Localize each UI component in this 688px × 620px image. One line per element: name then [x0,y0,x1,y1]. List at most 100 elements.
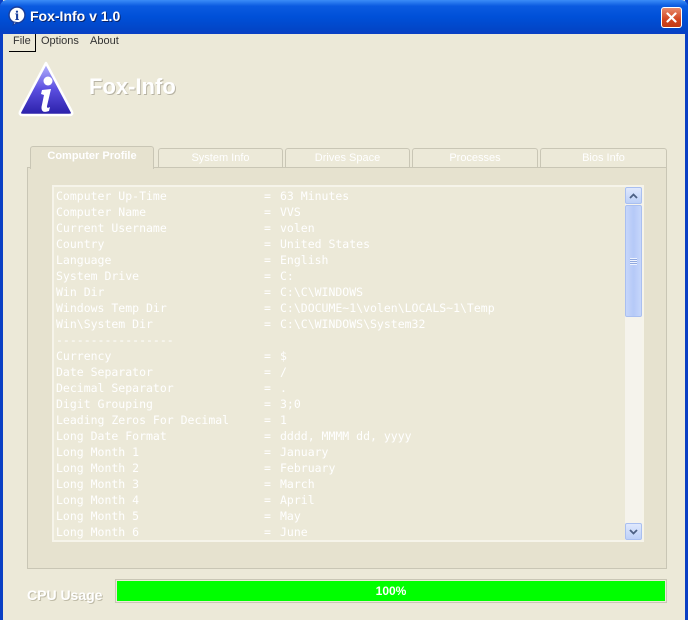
cpu-usage-percent: 100% [375,584,407,598]
profile-value: January [280,445,329,459]
profile-equals: = [264,365,271,379]
profile-line: Long Month 3 = March [55,476,627,492]
profile-key: Language [56,253,112,267]
chevron-down-icon [629,528,638,535]
profile-key: Windows Temp Dir [56,301,167,315]
profile-key: Leading Zeros For Decimal [56,413,230,427]
profile-value: volen [280,221,315,235]
svg-text:i: i [15,9,20,23]
profile-key: Computer Name [56,205,147,219]
profile-equals: = [264,381,271,395]
scroll-down-button[interactable] [625,523,642,540]
menu-bar: File Options About [3,34,685,52]
profile-line: Computer Up-Time = 63 Minutes [55,188,627,204]
profile-key: Decimal Separator [56,381,174,395]
profile-value: VVS [280,205,301,219]
profile-value: 1 [280,413,287,427]
grip-icon [630,257,637,265]
info-icon: i [8,6,26,26]
profile-equals: = [264,477,271,491]
profile-key: Long Month 6 [56,525,140,539]
profile-key: Win\System Dir [56,317,153,331]
profile-line: Windows Temp Dir = C:\DOCUME~1\volen\LOCAL… [55,300,627,316]
info-logo-icon [18,61,74,117]
menu-options[interactable]: Options [41,34,79,51]
profile-equals: = [264,525,271,539]
profile-equals: = [264,429,271,443]
tab-system-info[interactable]: System Info [158,148,283,168]
profile-value: 3;0 [280,397,301,411]
profile-value: dddd, MMMM dd, yyyy [280,429,412,443]
profile-value: / [280,365,287,379]
profile-value: United States [280,237,371,251]
profile-equals: = [264,269,271,283]
menu-file[interactable]: File [9,34,36,52]
close-icon [666,12,677,23]
tab-drives-space[interactable]: Drives Space [285,148,410,168]
tab-panel: Computer Up-Time = 63 Minutes Computer Name… [27,167,667,569]
scroll-thumb[interactable] [625,205,642,317]
profile-equals: = [264,349,271,363]
profile-value: English [280,253,329,267]
title-bar[interactable]: i Fox-Info v 1.0 [0,0,688,34]
window-title: Fox-Info v 1.0 [30,8,121,24]
profile-line: Date Separator = / [55,364,627,380]
profile-value: June [280,525,308,539]
profile-key: Long Month 5 [56,509,140,523]
profile-line: Leading Zeros For Decimal = 1 [55,412,627,428]
profile-line: Long Month 6 = June [55,524,627,540]
profile-line: Long Month 5 = May [55,508,627,524]
profile-key: Long Date Format [56,429,167,443]
chevron-up-icon [629,192,638,199]
profile-key: ----------------- [56,333,174,347]
menu-about[interactable]: About [90,34,119,51]
profile-equals: = [264,493,271,507]
profile-equals: = [264,237,271,251]
profile-value: C:\C\WINDOWS [280,285,364,299]
profile-line: Decimal Separator =. [55,380,627,396]
app-window: i Fox-Info v 1.0 File Options About Fox-… [0,0,688,620]
profile-equals: = [264,445,271,459]
profile-equals: = [264,221,271,235]
vertical-scrollbar[interactable] [625,187,642,540]
profile-equals: = [264,205,271,219]
profile-line: Long Month 2 = February [55,460,627,476]
profile-value: C:\DOCUME~1\volen\LOCALS~1\Temp [280,301,495,315]
profile-lines: Computer Up-Time = 63 Minutes Computer Name… [55,188,627,540]
cpu-usage-label: CPU Usage [27,587,103,603]
profile-equals: = [264,509,271,523]
profile-line: Long Date Format = dddd, MMMM dd, yyyy [55,428,627,444]
tab-bios-info[interactable]: Bios Info [540,148,667,168]
profile-key: Country [56,237,105,251]
cpu-usage-bar: 100% [115,579,667,603]
profile-key: Currency [56,349,112,363]
profile-key: Computer Up-Time [56,189,167,203]
tab-processes[interactable]: Processes [412,148,538,168]
app-heading: Fox-Info [89,74,176,99]
profile-line: Currency = $ [55,348,627,364]
profile-equals: = [264,397,271,411]
profile-value: C:\C\WINDOWS\System32 [280,317,426,331]
profile-value: . [280,381,287,395]
profile-line: Current Username = volen [55,220,627,236]
profile-key: Long Month 4 [56,493,140,507]
profile-value: May [280,509,301,523]
profile-line: Long Month 4 = April [55,492,627,508]
profile-key: Long Month 3 [56,477,140,491]
profile-value: March [280,477,315,491]
close-button[interactable] [661,7,682,28]
profile-textbox[interactable]: Computer Up-Time = 63 Minutes Computer Name… [52,185,644,542]
profile-line: Win Dir = C:\C\WINDOWS [55,284,627,300]
scroll-up-button[interactable] [625,187,642,204]
profile-equals: = [264,461,271,475]
profile-line: Computer Name = VVS [55,204,627,220]
profile-line: ----------------- [55,332,627,348]
profile-equals: = [264,189,271,203]
profile-value: 63 Minutes [280,189,350,203]
profile-key: Long Month 2 [56,461,140,475]
profile-key: Current Username [56,221,167,235]
profile-value: April [280,493,315,507]
profile-value: $ [280,349,287,363]
tab-computer-profile[interactable]: Computer Profile [30,146,154,169]
profile-value: C: [280,269,294,283]
